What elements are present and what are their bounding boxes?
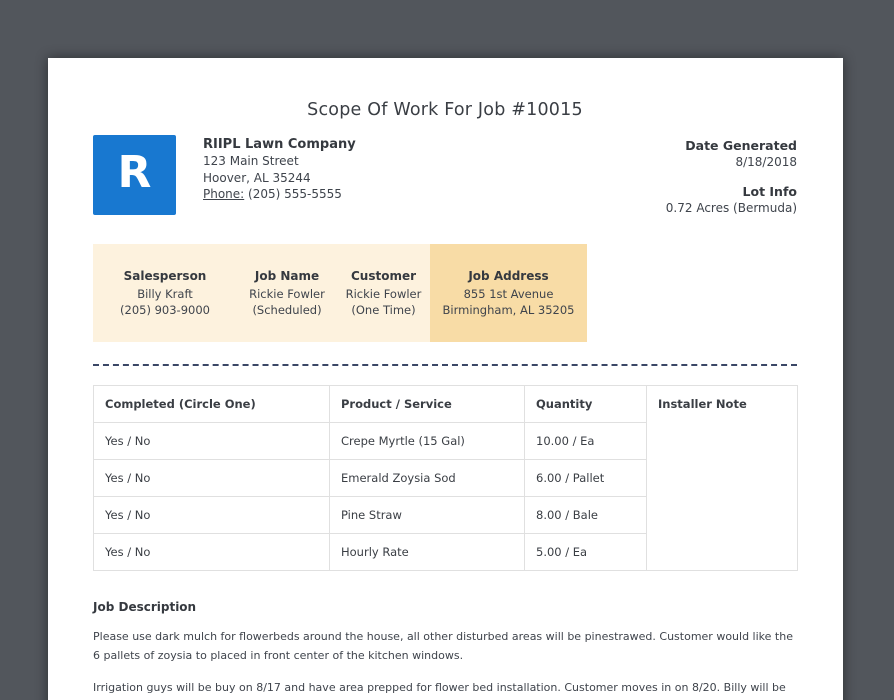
company-name: RIIPL Lawn Company [203,137,356,152]
completed-cell: Yes / No [93,496,330,534]
work-table: Completed (Circle One) Product / Service… [93,385,798,571]
lot-info-value: 0.72 Acres (Bermuda) [665,201,797,215]
summary-col-customer: Customer Rickie Fowler (One Time) [337,244,430,342]
col-header-product: Product / Service [329,385,525,423]
header-info-row: R RIIPL Lawn Company 123 Main Street Hoo… [93,135,797,217]
product-cell: Hourly Rate [329,533,525,571]
summary-col-salesperson: Salesperson Billy Kraft (205) 903-9000 [93,244,237,342]
date-generated-label: Date Generated [685,138,797,153]
company-address-line2: Hoover, AL 35244 [203,170,311,185]
company-phone: Phone: (205) 555-5555 [203,186,356,203]
summary-value: (Scheduled) [252,303,322,317]
job-description-paragraph-1: Please use dark mulch for flowerbeds aro… [93,630,793,662]
quantity-cell: 6.00 / Pallet [524,459,647,497]
page-title: Scope Of Work For Job #10015 [307,100,583,120]
table-row: Yes / No Emerald Zoysia Sod 6.00 / Palle… [93,459,798,497]
job-description-heading: Job Description [93,600,197,614]
viewer-backdrop: { "document": { "title": "Scope Of Work … [0,0,894,700]
summary-label: Salesperson [123,269,207,283]
product-cell: Pine Straw [329,496,525,534]
table-header-row: Completed (Circle One) Product / Service… [93,385,798,423]
summary-value: Rickie Fowler [345,287,422,301]
company-text: RIIPL Lawn Company 123 Main Street Hoove… [203,135,356,217]
summary-value: Birmingham, AL 35205 [442,303,575,317]
quantity-cell: 8.00 / Bale [524,496,647,534]
job-description-paragraph-2: Irrigation guys will be buy on 8/17 and … [93,681,786,700]
summary-col-job-name: Job Name Rickie Fowler (Scheduled) [237,244,337,342]
summary-value: Rickie Fowler [249,287,325,301]
logo-r-icon: R [117,147,152,198]
summary-label: Job Name [254,269,320,283]
completed-cell: Yes / No [93,422,330,460]
company-address-line1: 123 Main Street [203,154,299,168]
col-header-completed: Completed (Circle One) [93,385,330,423]
summary-value: 855 1st Avenue [463,287,554,301]
table-row: Yes / No Hourly Rate 5.00 / Ea [93,533,798,571]
installer-note-cell [646,422,798,460]
table-row: Yes / No Pine Straw 8.00 / Bale [93,496,798,534]
summary-value: (205) 903-9000 [120,303,210,317]
table-row: Yes / No Crepe Myrtle (15 Gal) 10.00 / E… [93,422,798,460]
summary-value: Billy Kraft [137,287,193,301]
phone-label: Phone: [203,187,245,201]
quantity-cell: 5.00 / Ea [524,533,647,571]
summary-col-job-address: Job Address 855 1st Avenue Birmingham, A… [430,244,587,342]
col-header-quantity: Quantity [524,385,647,423]
product-cell: Crepe Myrtle (15 Gal) [329,422,525,460]
quantity-cell: 10.00 / Ea [524,422,647,460]
company-block: R RIIPL Lawn Company 123 Main Street Hoo… [93,135,356,217]
company-logo: R [93,135,176,215]
installer-note-cell [646,533,798,571]
completed-cell: Yes / No [93,459,330,497]
dashed-divider [93,364,797,366]
summary-label: Customer [350,269,417,283]
job-summary-band: Salesperson Billy Kraft (205) 903-9000 J… [93,244,587,342]
meta-block: Date Generated 8/18/2018 Lot Info 0.72 A… [666,135,797,217]
document-page: Scope Of Work For Job #10015 R RIIPL Law… [48,58,843,700]
summary-value: (One Time) [351,303,416,317]
lot-info-label: Lot Info [742,184,797,199]
installer-note-cell [646,459,798,497]
product-cell: Emerald Zoysia Sod [329,459,525,497]
completed-cell: Yes / No [93,533,330,571]
summary-label: Job Address [468,269,549,283]
installer-note-cell [646,496,798,534]
col-header-installer-note: Installer Note [646,385,798,423]
date-generated-value: 8/18/2018 [735,155,797,169]
phone-number: (205) 555-5555 [248,187,342,201]
